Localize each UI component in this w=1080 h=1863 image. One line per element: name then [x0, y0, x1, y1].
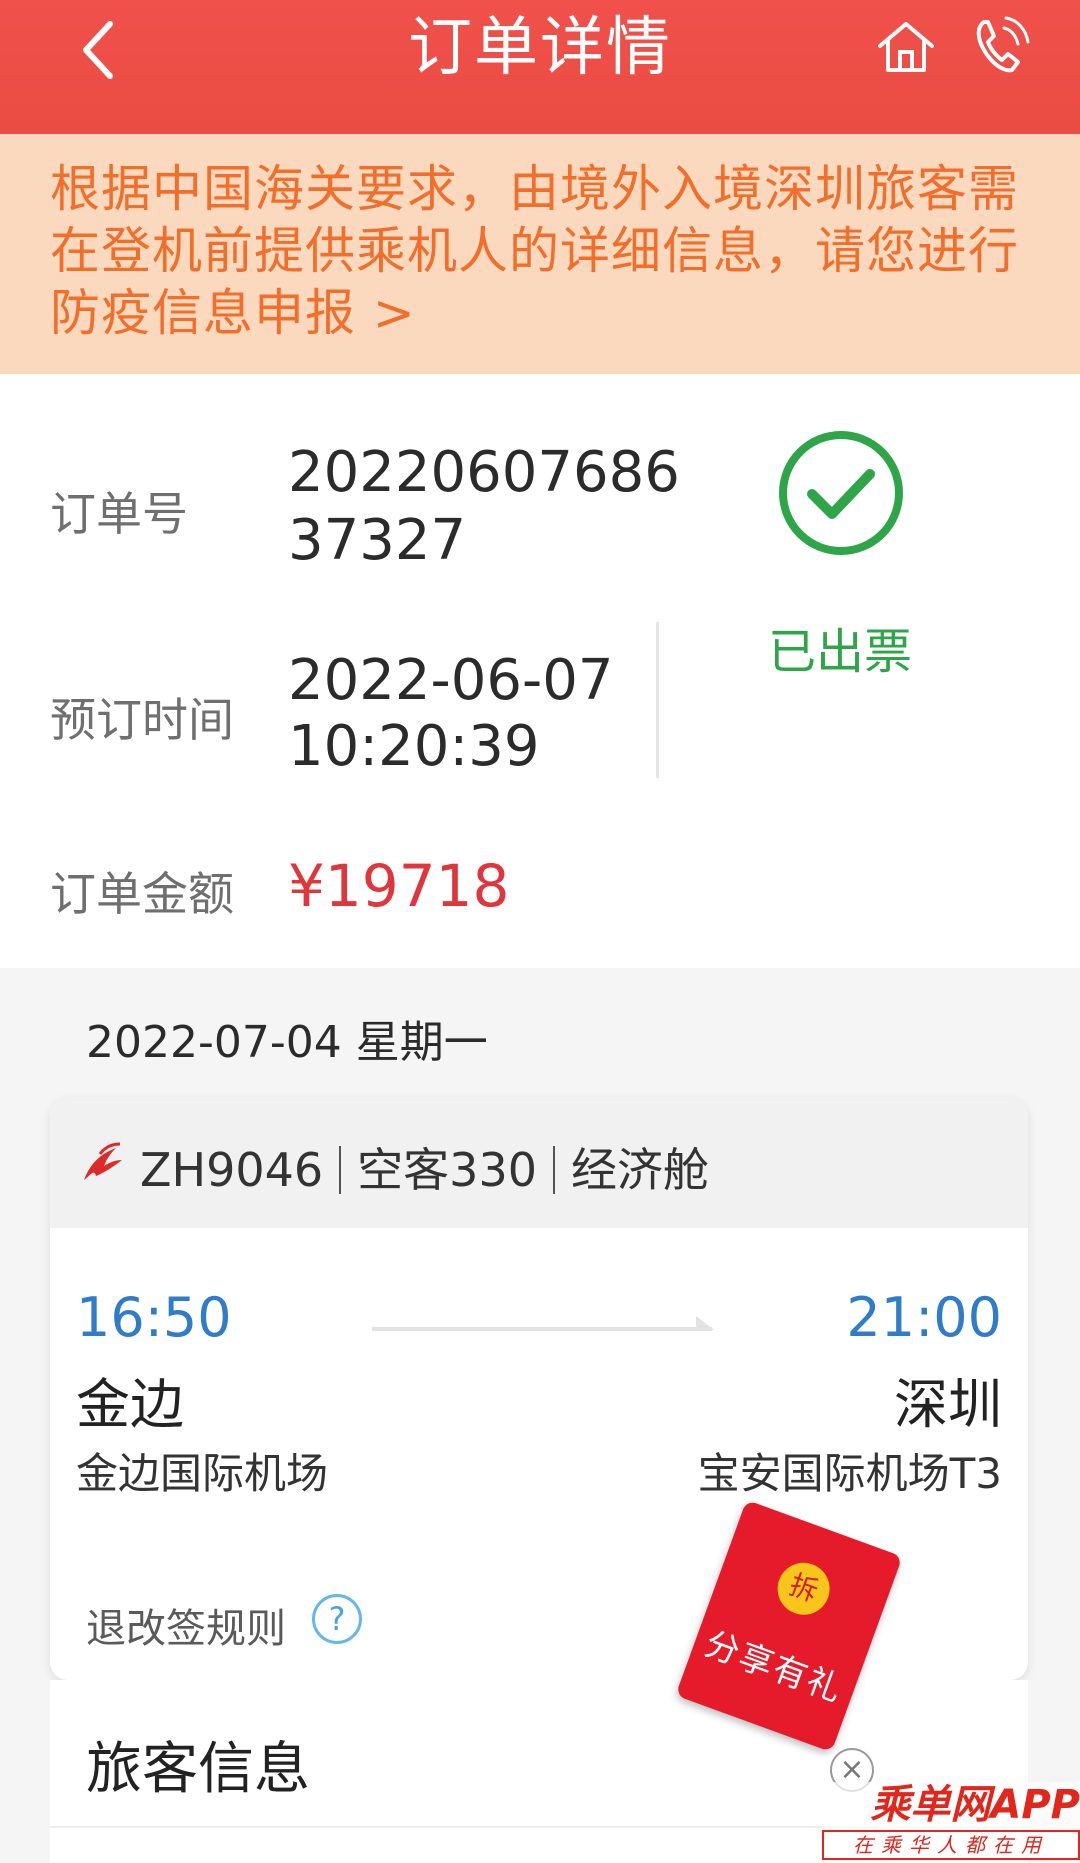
- call-button[interactable]: [970, 14, 1030, 78]
- customs-declaration-notice[interactable]: 根据中国海关要求，由境外入境深圳旅客需在登机前提供乘机人的详细信息，请您进行防疫…: [50, 158, 1040, 344]
- booking-time: 10:20:39: [288, 714, 540, 779]
- departure-time: 16:50: [76, 1286, 232, 1349]
- separator: [339, 1146, 342, 1194]
- aircraft-type: 空客330: [357, 1143, 537, 1197]
- arrival-airport: 宝安国际机场T3: [697, 1449, 1002, 1498]
- envelope-label: 分享有礼: [699, 1623, 849, 1711]
- cabin-class: 经济舱: [570, 1143, 709, 1197]
- flight-date: 2022-07-04 星期一: [86, 1017, 488, 1068]
- departure-city: 金边: [76, 1373, 184, 1436]
- order-amount-label: 订单金额: [50, 867, 234, 921]
- vertical-divider: [656, 622, 659, 778]
- order-number-line1: 20220607686: [288, 440, 680, 505]
- passenger-info-title: 旅客信息: [86, 1737, 310, 1802]
- order-amount: ¥19718: [288, 852, 510, 920]
- help-icon[interactable]: ?: [312, 1594, 362, 1644]
- phone-icon: [976, 16, 1030, 73]
- watermark-brand: 乘单网APP: [822, 1782, 1080, 1828]
- watermark: 乘单网APP 在乘华人都在用: [822, 1782, 1080, 1863]
- booking-time-label: 预订时间: [50, 693, 234, 747]
- ticket-status: 已出票: [767, 624, 912, 680]
- arrival-time: 21:00: [846, 1286, 1002, 1349]
- separator: [552, 1146, 555, 1194]
- home-button[interactable]: [876, 20, 936, 74]
- departure-airport: 金边国际机场: [76, 1449, 329, 1498]
- check-circle-icon: [776, 428, 906, 558]
- envelope-open-coin: 拆: [770, 1555, 837, 1623]
- order-number-line2: 37327: [288, 508, 467, 573]
- home-icon: [878, 22, 934, 72]
- flight-number: ZH9046: [140, 1143, 324, 1197]
- change-refund-rules-link[interactable]: 退改签规则: [86, 1596, 286, 1654]
- shenzhen-airlines-logo-icon: [80, 1140, 124, 1186]
- flight-summary: ZH9046 空客330 经济舱: [140, 1134, 709, 1200]
- booking-date: 2022-06-07: [288, 648, 614, 713]
- arrow-head-icon: [696, 1316, 714, 1330]
- order-number-label: 订单号: [50, 487, 188, 541]
- flight-route-arrow: [372, 1327, 712, 1331]
- watermark-slogan: 在乘华人都在用: [822, 1830, 1080, 1860]
- arrival-city: 深圳: [894, 1373, 1002, 1436]
